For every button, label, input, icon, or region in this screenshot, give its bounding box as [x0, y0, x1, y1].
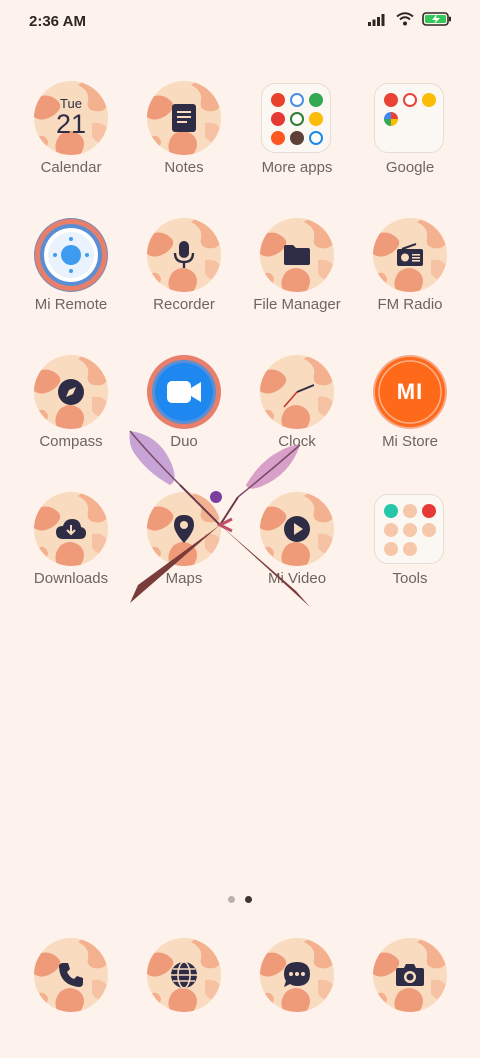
app-maps[interactable]: Maps: [128, 492, 240, 612]
compass-icon: [34, 355, 108, 429]
signal-icon: [368, 14, 385, 26]
app-label: Mi Video: [267, 570, 327, 587]
app-label: Clock: [278, 433, 316, 450]
message-icon: [260, 938, 334, 1012]
app-recorder[interactable]: Recorder: [128, 218, 240, 338]
folder-tools[interactable]: Tools: [354, 492, 466, 612]
status-time: 2:36 AM: [29, 13, 86, 30]
remote-icon: [34, 218, 108, 292]
mi-logo-text: MI: [396, 379, 424, 404]
camera-icon: [373, 938, 447, 1012]
app-compass[interactable]: Compass: [15, 355, 127, 475]
app-mi-store[interactable]: MI Mi Store: [354, 355, 466, 475]
app-label: Mi Store: [382, 433, 438, 450]
radio-icon: [373, 218, 447, 292]
notes-icon: [147, 81, 221, 155]
globe-icon: [147, 938, 221, 1012]
app-label: Mi Remote: [34, 296, 108, 313]
download-cloud-icon: [34, 492, 108, 566]
folder-icon: [261, 83, 331, 153]
page-dot-2-active[interactable]: [245, 896, 252, 903]
app-label: Google: [385, 159, 435, 176]
app-label: FM Radio: [377, 296, 443, 313]
page-indicator: [0, 896, 480, 903]
folder-icon: [374, 83, 444, 153]
app-label: Calendar: [40, 159, 102, 176]
battery-charging-icon: [422, 12, 451, 26]
app-file-manager[interactable]: File Manager: [241, 218, 353, 338]
app-label: Duo: [170, 433, 198, 450]
app-fm-radio[interactable]: FM Radio: [354, 218, 466, 338]
video-camera-icon: [147, 355, 221, 429]
app-duo[interactable]: Duo: [128, 355, 240, 475]
app-label: Recorder: [153, 296, 215, 313]
dock-camera[interactable]: [354, 938, 466, 1058]
dock-phone[interactable]: [15, 938, 127, 1058]
app-label: Notes: [164, 159, 204, 176]
dock-browser[interactable]: [128, 938, 240, 1058]
app-label: Tools: [392, 570, 428, 587]
app-label: More apps: [261, 159, 333, 176]
app-calendar[interactable]: Tue 21 Calendar: [15, 81, 127, 201]
dock-messages[interactable]: [241, 938, 353, 1058]
app-clock[interactable]: Clock: [241, 355, 353, 475]
status-icons: [368, 12, 452, 26]
app-label: Maps: [165, 570, 203, 587]
clock-icon: [260, 355, 334, 429]
app-label: Compass: [39, 433, 103, 450]
folder-more-apps[interactable]: More apps: [241, 81, 353, 201]
page-dot-1[interactable]: [228, 896, 235, 903]
microphone-icon: [147, 218, 221, 292]
status-bar: 2:36 AM: [0, 0, 480, 44]
folder-file-icon: [260, 218, 334, 292]
wifi-icon: [396, 12, 414, 26]
calendar-date: 21: [55, 109, 87, 139]
folder-google[interactable]: Google: [354, 81, 466, 201]
app-mi-video[interactable]: Mi Video: [241, 492, 353, 612]
map-pin-icon: [147, 492, 221, 566]
app-downloads[interactable]: Downloads: [15, 492, 127, 612]
calendar-icon: Tue 21: [34, 81, 108, 155]
phone-icon: [34, 938, 108, 1012]
mi-logo-icon: MI: [373, 355, 447, 429]
app-label: File Manager: [253, 296, 341, 313]
app-label: Downloads: [33, 570, 109, 587]
app-notes[interactable]: Notes: [128, 81, 240, 201]
folder-icon: [374, 494, 444, 564]
play-icon: [260, 492, 334, 566]
app-mi-remote[interactable]: Mi Remote: [15, 218, 127, 338]
